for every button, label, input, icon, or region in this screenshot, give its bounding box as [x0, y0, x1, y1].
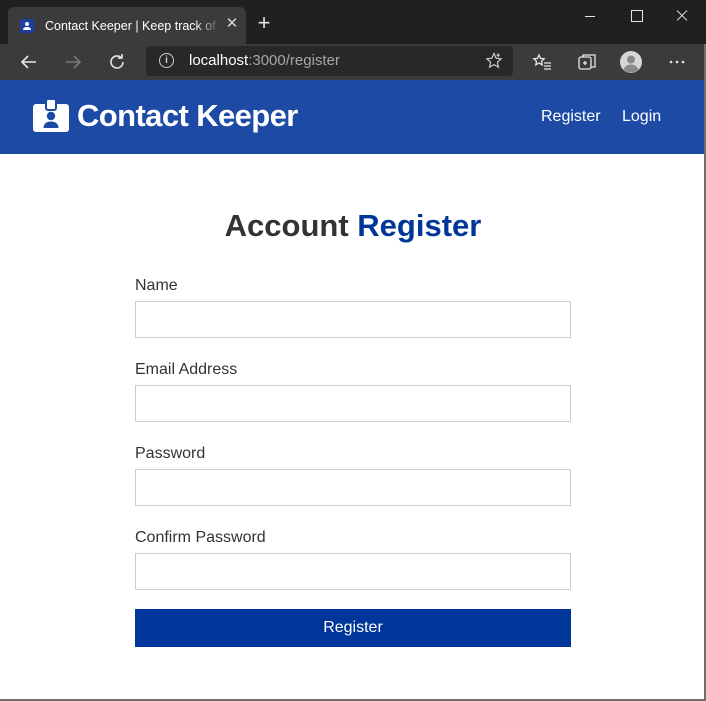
- window-close-icon[interactable]: [664, 6, 700, 26]
- browser-toolbar: i localhost:3000/register: [0, 44, 706, 80]
- brand-title[interactable]: Contact Keeper: [77, 97, 298, 135]
- nav-login-link[interactable]: Login: [622, 107, 661, 127]
- site-info-icon[interactable]: i: [159, 53, 174, 68]
- add-favorite-star-icon[interactable]: [484, 51, 504, 71]
- collections-icon[interactable]: [575, 50, 599, 74]
- confirm-password-label: Confirm Password: [135, 529, 266, 546]
- contact-keeper-favicon-icon: [20, 19, 34, 33]
- minimize-icon[interactable]: [572, 6, 608, 26]
- profile-avatar-icon[interactable]: [619, 50, 643, 74]
- nav-register-link[interactable]: Register: [541, 107, 601, 127]
- email-label: Email Address: [135, 361, 238, 378]
- browser-tab[interactable]: Contact Keeper | Keep track of your cont…: [8, 7, 246, 44]
- page-title-prefix: Account: [224, 208, 349, 243]
- tab-title: Contact Keeper | Keep track of your cont…: [45, 19, 221, 33]
- forward-arrow-icon[interactable]: [61, 50, 85, 74]
- new-tab-icon[interactable]: +: [253, 12, 275, 35]
- back-arrow-icon[interactable]: [17, 50, 41, 74]
- more-options-icon[interactable]: [665, 50, 689, 74]
- address-url: localhost:3000/register: [189, 52, 340, 70]
- maximize-icon[interactable]: [618, 6, 654, 26]
- register-submit-button[interactable]: Register: [135, 609, 571, 647]
- name-input[interactable]: [135, 301, 571, 338]
- address-bar[interactable]: i localhost:3000/register: [146, 46, 513, 76]
- id-badge-icon: [33, 99, 69, 132]
- refresh-icon[interactable]: [105, 50, 129, 74]
- app-navbar: Contact Keeper Register Login: [0, 80, 706, 154]
- confirm-password-input[interactable]: [135, 553, 571, 590]
- password-label: Password: [135, 445, 206, 462]
- favorites-list-icon[interactable]: [530, 50, 554, 74]
- name-label: Name: [135, 277, 178, 294]
- url-path: :3000/register: [248, 52, 340, 69]
- page-title: Account Register: [0, 206, 706, 246]
- password-input[interactable]: [135, 469, 571, 506]
- page-title-accent: Register: [357, 208, 482, 243]
- email-input[interactable]: [135, 385, 571, 422]
- tab-close-icon[interactable]: ✕: [224, 16, 240, 32]
- browser-titlebar: Contact Keeper | Keep track of your cont…: [0, 0, 706, 44]
- url-host: localhost: [189, 52, 249, 69]
